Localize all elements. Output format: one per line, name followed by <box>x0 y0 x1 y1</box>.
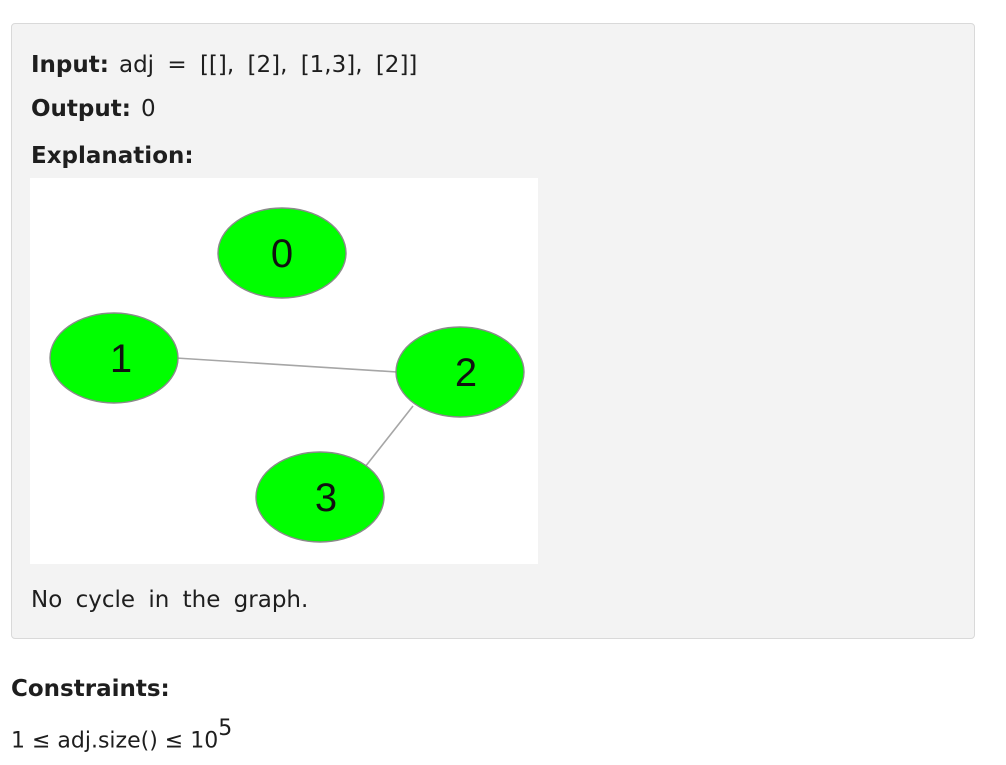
input-value: adj = [[], [2], [1,3], [2]] <box>118 52 418 78</box>
graph-node-label: 0 <box>271 232 293 276</box>
constraints-title: Constraints: <box>11 676 170 702</box>
output-line: Output: 0 <box>31 94 156 124</box>
input-line: Input: adj = [[], [2], [1,3], [2]] <box>31 50 417 80</box>
constraint-exponent: 5 <box>218 716 233 741</box>
graph-image: 0 1 2 3 <box>30 178 538 564</box>
graph-node-0: 0 <box>217 207 347 299</box>
graph-node-label: 1 <box>110 337 132 381</box>
graph-edge-2-3 <box>364 405 414 468</box>
output-label: Output: <box>31 96 131 122</box>
graph-edge-1-2 <box>175 357 398 373</box>
output-value: 0 <box>140 96 156 122</box>
input-label: Input: <box>31 52 109 78</box>
graph-node-3: 3 <box>255 451 385 543</box>
graph-node-1: 1 <box>49 312 179 404</box>
explanation-label: Explanation: <box>31 143 194 169</box>
explanation-line: Explanation: <box>31 141 204 171</box>
graph-node-2: 2 <box>395 326 525 418</box>
constraint-text: 1 ≤ adj.size() ≤ 10 <box>11 728 219 754</box>
explanation-note: No cycle in the graph. <box>31 587 309 613</box>
graph-node-label: 3 <box>315 476 337 520</box>
constraint-line: 1 ≤ adj.size() ≤ 105 <box>11 716 233 756</box>
example-box: Input: adj = [[], [2], [1,3], [2]] Output… <box>11 23 975 639</box>
graph-node-label: 2 <box>455 351 477 395</box>
